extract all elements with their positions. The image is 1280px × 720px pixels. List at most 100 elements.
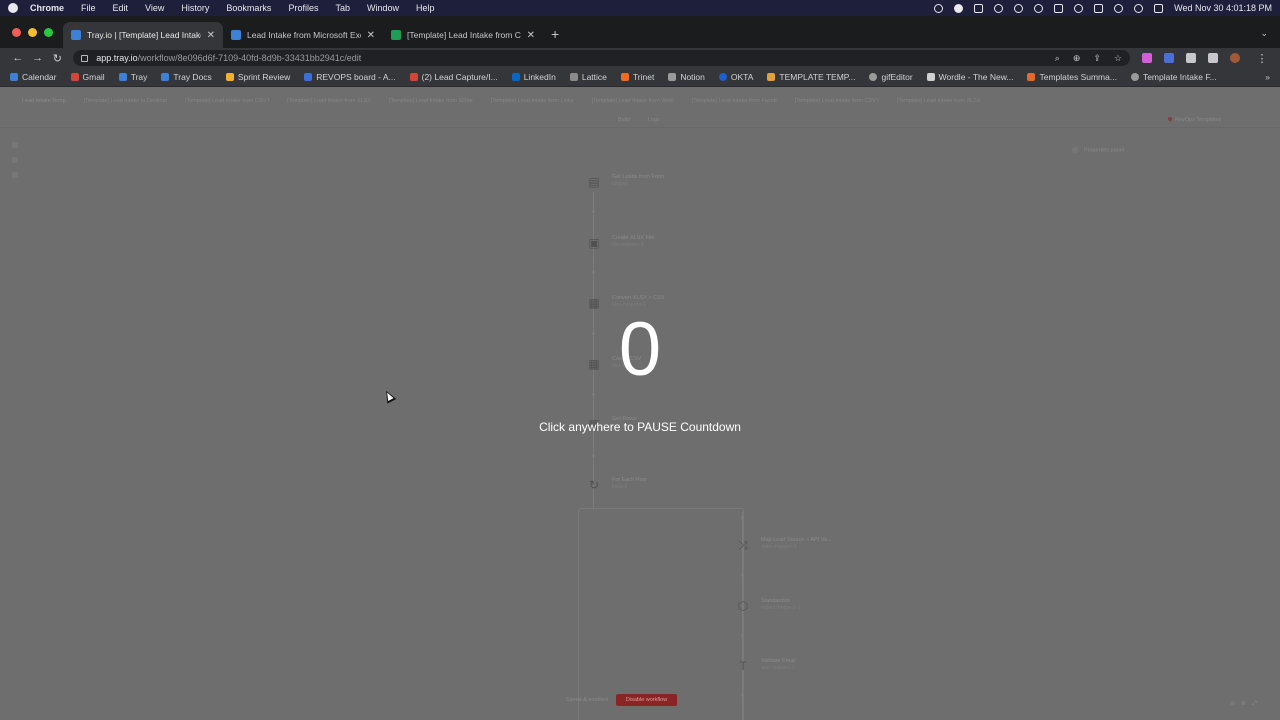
zoom-icon[interactable]: ⊕ [1073, 53, 1081, 64]
record-icon[interactable] [954, 3, 964, 13]
more-bookmarks-icon[interactable]: » [1265, 72, 1270, 82]
menu-profiles[interactable]: Profiles [288, 3, 318, 13]
bookmark-trinet[interactable]: Trinet [620, 72, 654, 82]
menu-view[interactable]: View [145, 3, 164, 13]
search-icon[interactable] [1134, 3, 1144, 13]
volume-icon[interactable] [1074, 3, 1084, 13]
bookmark-gifeditor[interactable]: gifEditor [869, 72, 913, 82]
bookmark-templates-summary[interactable]: Templates Summa... [1027, 72, 1117, 82]
tab-tray-template[interactable]: Tray.io | [Template] Lead Intake ✕ [63, 22, 223, 48]
countdown-overlay[interactable]: 0 Click anywhere to PAUSE Countdown [0, 88, 1280, 720]
kebab-menu-icon[interactable]: ⋮ [1252, 52, 1272, 65]
play-icon[interactable] [1034, 3, 1044, 13]
okta-icon [718, 73, 727, 81]
menu-help[interactable]: Help [416, 3, 435, 13]
app-menu: Chrome File Edit View History Bookmarks … [30, 3, 452, 13]
battery-icon[interactable] [1094, 3, 1104, 13]
share-icon[interactable]: ⇪ [1093, 53, 1101, 64]
bookmark-label: Template Intake F... [1142, 72, 1217, 82]
bookmark-star-icon[interactable]: ☆ [1114, 53, 1122, 64]
reload-button[interactable]: ↻ [48, 52, 68, 65]
bookmark-template-intake[interactable]: Template Intake F... [1130, 72, 1217, 82]
pause-countdown-message: Click anywhere to PAUSE Countdown [539, 420, 741, 434]
url-path: /workflow/8e096d6f-7109-40fd-8d9b-33431b… [137, 53, 362, 63]
browser-toolbar: ← → ↻ app.tray.io/workflow/8e096d6f-7109… [0, 48, 1280, 68]
bookmark-notion[interactable]: Notion [668, 72, 705, 82]
bookmark-tray-docs[interactable]: Tray Docs [161, 72, 212, 82]
clockify-icon[interactable] [994, 3, 1004, 13]
wifi-icon[interactable] [1114, 3, 1124, 13]
microphone-icon[interactable] [934, 3, 944, 13]
menu-history[interactable]: History [181, 3, 209, 13]
bookmark-label: Tray [130, 72, 148, 82]
trinet-icon [620, 73, 629, 81]
puzzle-icon[interactable] [1186, 53, 1196, 63]
extension-icon[interactable] [1142, 53, 1152, 63]
tray-favicon-icon [71, 30, 81, 40]
address-bar[interactable]: app.tray.io/workflow/8e096d6f-7109-40fd-… [73, 50, 1130, 66]
tab-lead-intake-csv[interactable]: [Template] Lead Intake from CSV ✕ [383, 22, 543, 48]
bookmark-label: Sprint Review [237, 72, 291, 82]
lightning-icon [225, 73, 234, 81]
bookmark-gmail[interactable]: Gmail [70, 72, 105, 82]
zoom-window-button[interactable] [44, 27, 53, 37]
browser-tabstrip: Tray.io | [Template] Lead Intake ✕ Lead … [0, 16, 1280, 48]
tab-label: [Template] Lead Intake from CSV [407, 30, 521, 40]
menu-app-name[interactable]: Chrome [30, 3, 64, 13]
menu-tab[interactable]: Tab [335, 3, 350, 13]
lock-icon[interactable] [81, 54, 89, 62]
wordle-icon [926, 73, 935, 81]
menubar-clock[interactable]: Wed Nov 30 4:01:18 PM [1174, 3, 1272, 13]
url-host: app.tray.io [96, 53, 138, 63]
avatar[interactable] [1230, 53, 1240, 63]
minimize-window-button[interactable] [28, 27, 37, 37]
bookmark-label: OKTA [730, 72, 754, 82]
bookmark-revops-board[interactable]: REVOPS board - A... [304, 72, 396, 82]
notion-icon [668, 73, 677, 81]
bookmark-label: Wordle - The New... [938, 72, 1014, 82]
timer-icon[interactable] [1014, 3, 1024, 13]
tray-docs-icon [161, 73, 170, 81]
bookmark-label: REVOPS board - A... [316, 72, 396, 82]
back-button[interactable]: ← [8, 52, 28, 64]
bookmark-label: Gmail [82, 72, 105, 82]
bookmark-tray[interactable]: Tray [118, 72, 148, 82]
bookmark-linkedin[interactable]: LinkedIn [511, 72, 556, 82]
bookmark-template-temp[interactable]: TEMPLATE TEMP... [767, 72, 855, 82]
close-tab-icon[interactable]: ✕ [207, 30, 215, 41]
display-icon[interactable] [1054, 3, 1064, 13]
forward-button[interactable]: → [28, 52, 48, 64]
macos-menubar: Chrome File Edit View History Bookmarks … [0, 0, 1280, 16]
bookmark-label: Lattice [581, 72, 607, 82]
menu-edit[interactable]: Edit [113, 3, 129, 13]
sheets-favicon-icon [391, 30, 401, 40]
bookmark-lattice[interactable]: Lattice [569, 72, 607, 82]
bookmark-sprint-review[interactable]: Sprint Review [225, 72, 291, 82]
menu-bookmarks[interactable]: Bookmarks [226, 3, 271, 13]
bookmark-label: LinkedIn [523, 72, 556, 82]
menu-window[interactable]: Window [367, 3, 399, 13]
bookmark-wordle[interactable]: Wordle - The New... [926, 72, 1014, 82]
bookmark-lead-capture[interactable]: (2) Lead Capture/I... [409, 72, 498, 82]
close-tab-icon[interactable]: ✕ [367, 30, 375, 41]
lens-icon[interactable]: ⌕ [1055, 53, 1060, 64]
omnibox-actions: ⌕ ⊕ ⇪ ☆ [1055, 53, 1122, 64]
jira-icon [304, 73, 313, 81]
tab-lead-intake-excel[interactable]: Lead Intake from Microsoft Excel ✕ [223, 22, 383, 48]
bookmarks-bar: Calendar Gmail Tray Tray Docs Sprint Rev… [0, 68, 1280, 87]
extension-icon[interactable] [1164, 53, 1174, 63]
bookmark-label: Tray Docs [173, 72, 212, 82]
page-icon [767, 73, 776, 81]
tab-search-chevron-icon[interactable]: ⌄ [1260, 28, 1280, 48]
zapier-icon [1027, 73, 1036, 81]
close-tab-icon[interactable]: ✕ [527, 30, 535, 41]
side-panel-icon[interactable] [1208, 53, 1218, 63]
new-tab-button[interactable]: + [543, 26, 569, 48]
menu-file[interactable]: File [81, 3, 96, 13]
screen-icon[interactable] [974, 3, 984, 13]
apple-icon[interactable] [8, 3, 18, 13]
close-window-button[interactable] [12, 27, 21, 37]
bookmark-okta[interactable]: OKTA [718, 72, 754, 82]
bookmark-calendar[interactable]: Calendar [10, 72, 57, 82]
control-center-icon[interactable] [1154, 3, 1164, 13]
